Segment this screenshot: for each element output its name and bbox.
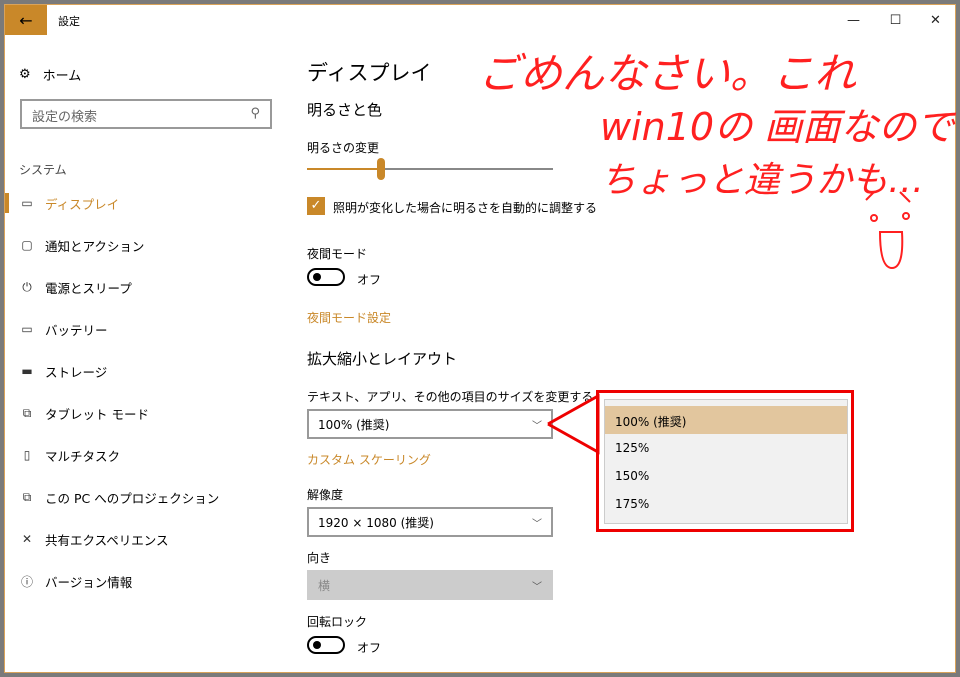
- scale-option-100[interactable]: 100% (推奨): [605, 406, 847, 434]
- scale-option-125[interactable]: 125%: [605, 434, 847, 462]
- scale-dropdown-list: 100% (推奨) 125% 150% 175%: [604, 399, 848, 524]
- callout-arrow: [547, 393, 600, 455]
- annotation-line-2: win10の 画面なので: [600, 105, 957, 149]
- annotation-line-3: ちょっと違うかも…: [600, 160, 924, 201]
- face-doodle-icon: [865, 191, 911, 270]
- scale-dropdown-highlight: 100% (推奨) 125% 150% 175%: [596, 390, 854, 532]
- scale-option-175[interactable]: 175%: [605, 490, 847, 518]
- annotation-line-1: ごめんなさい。これ: [478, 49, 857, 98]
- scale-option-150[interactable]: 150%: [605, 462, 847, 490]
- annotation-overlay: ごめんなさい。これ win10の 画面なので ちょっと違うかも…: [478, 49, 957, 455]
